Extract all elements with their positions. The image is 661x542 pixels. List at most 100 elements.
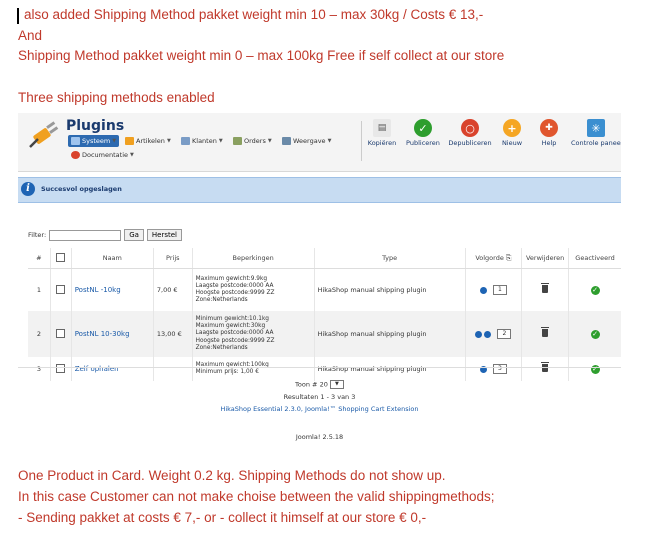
condition: Minimum gewicht:10.1kg: [195, 315, 269, 322]
row-select: [50, 311, 72, 357]
col-delete: Verwijderen: [521, 248, 570, 269]
chevron-down-icon: ▼: [267, 138, 272, 144]
col-type[interactable]: Type: [314, 248, 466, 269]
extension-credit[interactable]: HikaShop Essential 2.3.0, Joomla!™ Shopp…: [18, 405, 621, 413]
table-row: 2 PostNL 10-30kg 13,00 € Minimum gewicht…: [28, 311, 621, 357]
menu-weergave[interactable]: Weergave ▼: [282, 135, 331, 147]
go-button[interactable]: Ga: [124, 229, 144, 241]
row-delete: [521, 268, 570, 311]
chevron-down-icon: ▼: [112, 138, 117, 144]
chevron-down-icon: ▼: [327, 138, 332, 144]
documentation-icon: [71, 151, 80, 159]
published-check-icon[interactable]: ✓: [590, 285, 600, 295]
trash-icon[interactable]: [541, 283, 550, 293]
row-name-cell: PostNL -10kg: [71, 268, 154, 311]
plus-icon: +: [503, 119, 521, 137]
success-message: i Succesvol opgeslagen: [18, 177, 621, 203]
row-price: 13,00 €: [153, 311, 193, 357]
col-enabled: Geactiveerd: [568, 248, 621, 269]
publish-icon: ✓: [414, 119, 432, 137]
row-order: 1: [465, 268, 523, 311]
menu-documentatie[interactable]: Documentatie ▼: [71, 149, 134, 161]
order-input[interactable]: 1: [492, 285, 507, 295]
menu-orders[interactable]: Orders ▼: [233, 135, 272, 147]
condition: Laagste postcode:0000 AA: [195, 330, 274, 337]
trash-icon[interactable]: [541, 362, 550, 372]
system-icon: [71, 137, 80, 145]
col-order[interactable]: Volgorde ⎘: [465, 248, 523, 269]
table-bottom-rule: [18, 367, 621, 368]
menu-label: Orders: [244, 137, 266, 145]
success-message-text: Succesvol opgeslagen: [41, 185, 122, 193]
row-enabled: ✓: [569, 269, 621, 312]
row-number: 1: [28, 268, 51, 311]
row-checkbox[interactable]: [56, 284, 66, 294]
order-input[interactable]: 2: [497, 329, 512, 339]
chevron-down-icon[interactable]: ▼: [329, 380, 344, 389]
menu-label: Klanten: [192, 137, 217, 145]
condition: Maximum gewicht:30kg: [195, 323, 266, 330]
order-input[interactable]: 3: [492, 364, 507, 374]
row-number: 2: [28, 311, 51, 357]
row-select: [50, 268, 72, 311]
menu-artikelen[interactable]: Artikelen ▼: [125, 135, 171, 147]
customers-icon: [181, 137, 190, 145]
save-order-icon[interactable]: ⎘: [506, 254, 512, 262]
help-button[interactable]: ✚ Help: [527, 119, 571, 147]
move-down-icon[interactable]: [479, 286, 487, 294]
note-line-3: Shipping Method pakket weight min 0 – ma…: [18, 48, 505, 63]
move-up-icon[interactable]: [475, 330, 483, 338]
display-limit: Toon # 20 ▼: [18, 380, 621, 389]
admin-screenshot: Plugins Systeem ▼ Artikelen ▼ Klanten ▼ …: [18, 113, 621, 446]
copy-icon: ▤: [373, 119, 391, 137]
menu-klanten[interactable]: Klanten ▼: [181, 135, 223, 147]
unpublish-button[interactable]: ○ Depubliceren: [448, 119, 492, 147]
display-label: Toon #: [295, 380, 318, 389]
row-order: 2: [465, 311, 523, 357]
table-row: 1 PostNL -10kg 7,00 € Maximum gewicht:9.…: [28, 268, 621, 312]
copy-button[interactable]: ▤ Kopiëren: [360, 119, 404, 147]
lifebuoy-icon: ✚: [540, 119, 558, 137]
table-header: # Naam Prijs Beperkingen Type Volgorde ⎘…: [28, 248, 621, 269]
row-checkbox[interactable]: [56, 328, 66, 338]
note-line-1: also added Shipping Method pakket weight…: [24, 7, 484, 22]
reset-button[interactable]: Herstel: [146, 229, 182, 241]
published-check-icon[interactable]: ✓: [590, 364, 600, 374]
page-title: Plugins: [66, 118, 125, 134]
row-name-link[interactable]: PostNL -10kg: [75, 286, 121, 294]
control-panel-button[interactable]: ✳ Controle paneel: [571, 119, 621, 147]
chevron-down-icon: ▼: [218, 138, 223, 144]
chevron-down-icon: ▼: [130, 152, 134, 158]
row-type: HikaShop manual shipping plugin: [314, 268, 466, 311]
publish-button[interactable]: ✓ Publiceren: [401, 119, 445, 147]
select-all-checkbox[interactable]: [56, 252, 66, 262]
row-enabled: ✓: [568, 311, 621, 357]
col-name[interactable]: Naam: [71, 248, 154, 269]
move-down-icon[interactable]: [484, 330, 492, 338]
menu-label: Systeem: [82, 137, 111, 145]
note-line-2: And: [18, 28, 43, 43]
note-line-7: - Sending pakket at costs € 7,- or - col…: [18, 510, 427, 525]
row-checkbox[interactable]: [56, 363, 66, 373]
control-panel-icon: ✳: [587, 119, 605, 137]
condition: Zone:Netherlands: [195, 344, 248, 351]
plugins-icon: [29, 121, 59, 148]
row-price: 7,00 €: [153, 268, 193, 311]
note-line-4: Three shipping methods enabled: [18, 90, 215, 105]
row-name-link[interactable]: PostNL 10-30kg: [75, 330, 130, 338]
unpublish-label: Depubliceren: [448, 139, 492, 147]
help-label: Help: [541, 139, 557, 147]
products-icon: [125, 137, 134, 145]
col-conditions: Beperkingen: [192, 248, 315, 269]
menu-label: Artikelen: [136, 137, 165, 145]
filter-input[interactable]: [49, 229, 122, 241]
col-number: #: [28, 248, 51, 269]
condition: Hoogste postcode:9999 ZZ: [195, 337, 275, 344]
chevron-down-icon: ▼: [166, 138, 171, 144]
published-check-icon[interactable]: ✓: [590, 329, 600, 339]
col-price[interactable]: Prijs: [153, 248, 193, 269]
menu-systeem[interactable]: Systeem ▼: [68, 135, 120, 147]
display-value[interactable]: 20: [320, 381, 328, 389]
trash-icon[interactable]: [541, 327, 550, 337]
col-select: [50, 248, 72, 269]
